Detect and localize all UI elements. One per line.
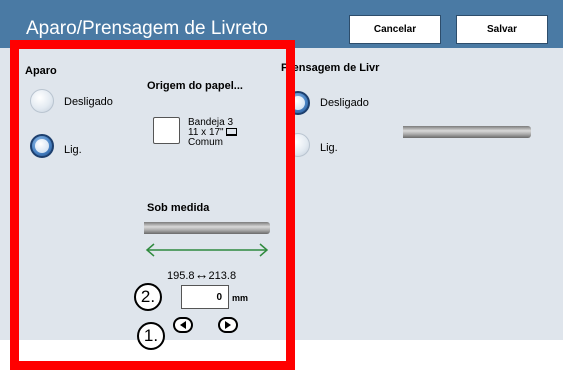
press-on-label: Lig.: [320, 142, 338, 154]
bottom-margin: [0, 340, 563, 365]
arrow-right-icon: [225, 321, 231, 329]
custom-unit-label: mm: [232, 293, 249, 303]
settings-panel: [0, 48, 563, 340]
custom-range: 195.8↔213.8: [167, 266, 236, 282]
paper-source-heading: Origem do papel...: [147, 80, 243, 92]
trim-off-radio[interactable]: [30, 89, 54, 113]
custom-heading: Sob medida: [147, 202, 210, 214]
paper-type: Comum: [188, 137, 224, 148]
trim-on-label: Lig.: [64, 144, 82, 156]
step-1-marker: 1.: [137, 322, 165, 350]
page-title: Aparo/Prensagem de Livreto: [26, 18, 268, 39]
paper-orientation-icon: [226, 128, 238, 137]
press-off-label: Desligado: [320, 97, 369, 109]
booklet-press-illustration: [403, 126, 531, 138]
trim-off-label: Desligado: [64, 96, 113, 108]
paper-source-button[interactable]: [153, 117, 180, 144]
press-off-radio[interactable]: [286, 91, 310, 115]
range-max: 213.8: [208, 270, 237, 282]
range-symbol: ↔: [194, 266, 209, 282]
press-heading: Prensagem de Livr: [281, 62, 380, 74]
step-2-marker: 2.: [134, 283, 162, 311]
trim-bar-illustration: [144, 222, 270, 234]
trim-on-radio[interactable]: [30, 134, 54, 158]
increase-button[interactable]: [218, 317, 238, 333]
trim-width-arrow: [145, 243, 269, 257]
title-bar: Aparo/Prensagem de Livreto Cancelar Salv…: [0, 0, 563, 48]
paper-source-info: Bandeja 3 11 x 17" Comum: [188, 118, 238, 148]
arrow-left-icon: [180, 321, 186, 329]
decrease-button[interactable]: [173, 317, 193, 333]
press-on-radio[interactable]: [286, 133, 310, 157]
range-min: 195.8: [167, 270, 195, 282]
save-button[interactable]: Salvar: [456, 15, 548, 44]
cancel-button[interactable]: Cancelar: [349, 15, 441, 44]
trim-heading: Aparo: [25, 65, 57, 77]
custom-value-field[interactable]: 0: [181, 285, 229, 309]
